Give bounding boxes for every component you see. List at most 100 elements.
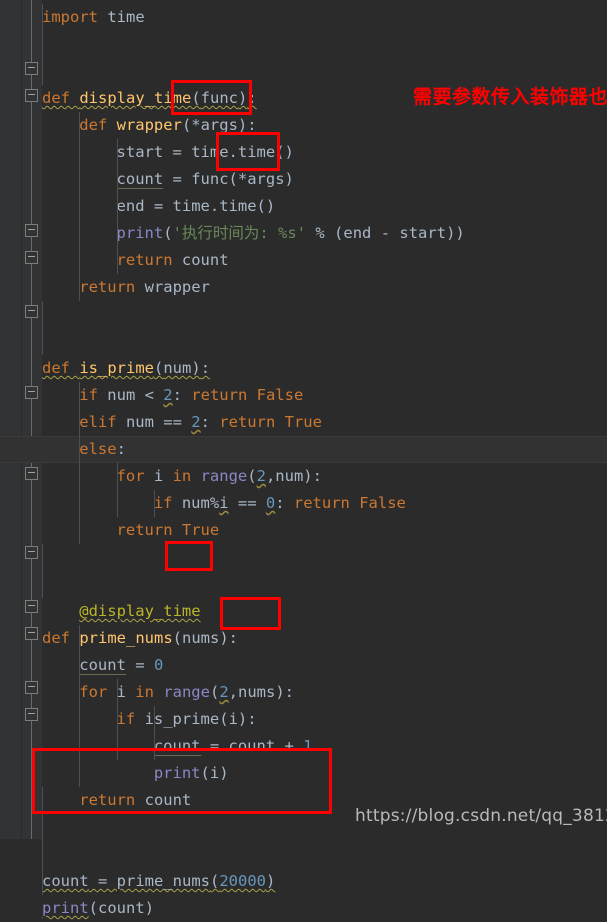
- fold-toggle-icon[interactable]: [25, 546, 38, 559]
- fold-rail: [31, 559, 32, 600]
- code-line[interactable]: if num < 2: return False: [79, 382, 303, 409]
- code-token: start: [116, 143, 164, 161]
- code-line[interactable]: return count: [117, 247, 229, 274]
- fold-rail: [31, 0, 32, 62]
- code-line[interactable]: for i in range(2,num):: [117, 463, 322, 490]
- code-line[interactable]: count = func(*args): [116, 166, 294, 193]
- fold-toggle-icon[interactable]: [25, 251, 38, 264]
- fold-toggle-icon[interactable]: [25, 224, 38, 237]
- code-line[interactable]: elif num == 2: return True: [79, 409, 322, 436]
- code-line[interactable]: count = prime_nums(20000): [42, 868, 275, 895]
- code-token: ): [191, 359, 201, 377]
- code-token: range: [200, 467, 248, 485]
- code-token: import: [42, 8, 98, 26]
- indent-guide: [42, 4, 43, 85]
- fold-rail: [31, 721, 32, 839]
- code-text-layer[interactable]: import time def display_time(func): def wr…: [0, 0, 607, 917]
- code-token: for: [116, 467, 145, 485]
- code-line[interactable]: print(count): [42, 895, 154, 922]
- code-token: def: [42, 359, 70, 377]
- code-line[interactable]: print(i): [154, 760, 229, 787]
- fold-toggle-icon[interactable]: [25, 681, 38, 694]
- code-line[interactable]: end = time.time(): [117, 193, 276, 220]
- code-line[interactable]: for i in range(2,nums):: [79, 679, 294, 706]
- fold-toggle-icon[interactable]: [25, 305, 38, 318]
- code-token: count: [144, 791, 192, 809]
- fold-rail: [31, 75, 32, 89]
- code-line[interactable]: return wrapper: [79, 274, 210, 301]
- code-line[interactable]: print('执行时间为: %s' % (end - start)): [117, 220, 465, 247]
- code-line[interactable]: return True: [117, 517, 220, 544]
- fold-rail: [31, 640, 32, 681]
- code-token: end: [116, 197, 145, 215]
- code-editor: """ import timedef display_time(func):de…: [0, 0, 607, 917]
- fold-toggle-icon[interactable]: [25, 467, 38, 480]
- code-token: nums: [238, 683, 276, 701]
- code-line[interactable]: if num%i == 0: return False: [154, 490, 406, 517]
- code-token: .: [228, 143, 238, 161]
- line-number-gutter: [0, 0, 21, 839]
- code-token: ):: [303, 467, 322, 485]
- code-token: count: [79, 656, 126, 675]
- code-line[interactable]: def display_time(func):: [42, 85, 257, 112]
- code-line[interactable]: count = count + 1: [153, 733, 313, 760]
- code-token: ): [219, 764, 229, 782]
- code-token: ,: [228, 683, 239, 701]
- code-token: ==: [153, 413, 192, 431]
- fold-rail: [31, 102, 32, 237]
- code-line[interactable]: if is_prime(i):: [117, 706, 257, 733]
- indent-guide: [116, 463, 118, 517]
- code-token: in: [172, 467, 192, 485]
- indent-guide: [42, 301, 43, 355]
- code-token: if: [116, 710, 136, 728]
- fold-toggle-icon[interactable]: [25, 627, 38, 640]
- fold-toggle-icon[interactable]: [25, 62, 38, 75]
- fold-toggle-icon[interactable]: [25, 708, 38, 721]
- code-token: else: [79, 440, 117, 458]
- code-token: 2: [191, 413, 201, 431]
- code-token: is_prime: [79, 359, 154, 377]
- fold-toggle-icon[interactable]: [25, 600, 38, 613]
- code-line[interactable]: else:: [79, 436, 126, 463]
- code-token: False: [359, 494, 406, 512]
- code-token: 0: [153, 656, 164, 674]
- fold-toggle-icon[interactable]: [25, 386, 38, 399]
- code-line[interactable]: @display_time: [79, 598, 200, 625]
- code-line[interactable]: def prime_nums(nums):: [42, 625, 238, 652]
- code-token: func: [200, 89, 238, 107]
- code-token: func: [191, 170, 229, 188]
- fold-toggle-icon[interactable]: [25, 89, 38, 102]
- code-token: prime_nums: [116, 872, 210, 890]
- code-token: return: [79, 791, 136, 809]
- code-token: wrapper: [116, 116, 182, 134]
- code-token: num: [163, 359, 192, 377]
- code-line[interactable]: count = 0: [79, 652, 163, 679]
- code-token: time: [172, 197, 210, 215]
- code-token: (nums): [172, 629, 229, 647]
- code-token: ): [238, 89, 248, 107]
- code-token: for: [79, 683, 108, 701]
- indent-guide: [42, 787, 43, 895]
- code-token: :: [275, 494, 294, 512]
- code-token: %: [209, 494, 220, 512]
- code-line[interactable]: import time: [42, 4, 145, 31]
- code-token: count: [42, 872, 89, 890]
- code-token: =: [125, 656, 154, 674]
- code-line[interactable]: def wrapper(*args):: [79, 112, 256, 139]
- code-token: :: [116, 440, 126, 458]
- code-token: 2: [163, 386, 173, 404]
- code-line[interactable]: return count: [79, 787, 191, 814]
- code-line[interactable]: start = time.time(): [117, 139, 294, 166]
- code-token: +: [275, 737, 304, 755]
- code-line[interactable]: def is_prime(num):: [42, 355, 210, 382]
- code-token: :: [228, 629, 239, 647]
- code-token: def: [42, 89, 70, 107]
